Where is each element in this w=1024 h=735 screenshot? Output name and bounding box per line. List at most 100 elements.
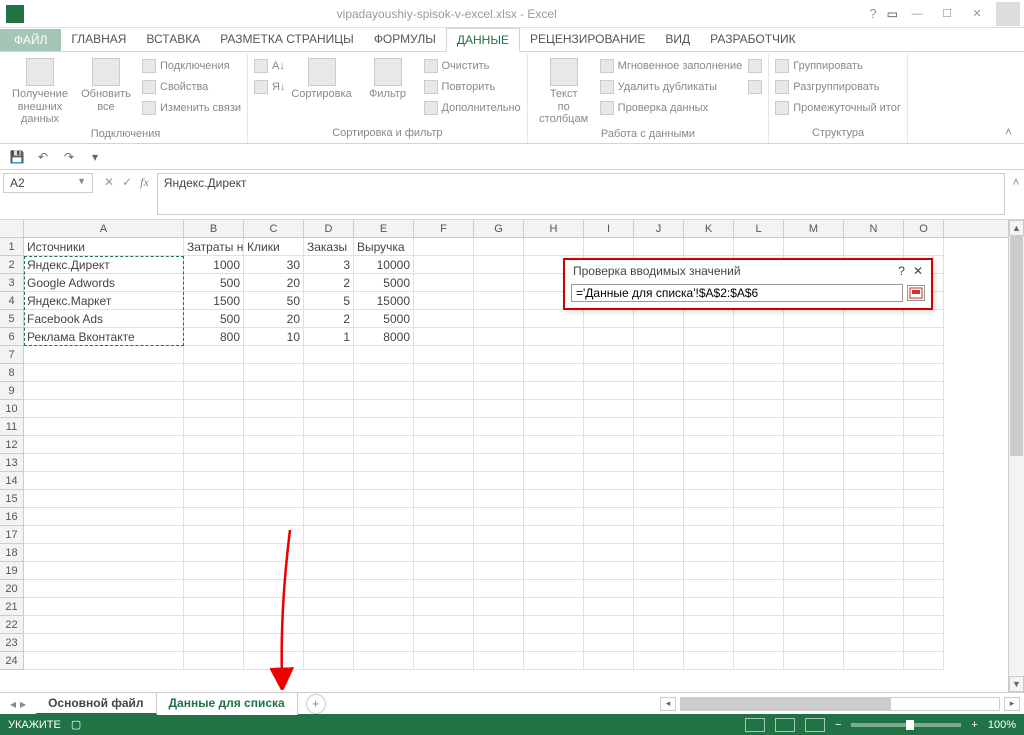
- ribbon-button[interactable]: Повторить: [424, 77, 521, 97]
- cell[interactable]: [184, 454, 244, 472]
- scroll-left-icon[interactable]: ◂: [660, 697, 676, 711]
- cell[interactable]: [844, 562, 904, 580]
- cell[interactable]: [524, 328, 584, 346]
- save-icon[interactable]: 💾: [8, 148, 26, 166]
- row-header[interactable]: 5: [0, 310, 24, 328]
- dialog-close-icon[interactable]: ✕: [913, 264, 923, 278]
- cell[interactable]: [414, 364, 474, 382]
- cell[interactable]: [844, 364, 904, 382]
- row-header[interactable]: 12: [0, 436, 24, 454]
- cell[interactable]: [734, 616, 784, 634]
- cell[interactable]: [584, 526, 634, 544]
- cell[interactable]: [684, 454, 734, 472]
- scroll-right-icon[interactable]: ▸: [1004, 697, 1020, 711]
- cell[interactable]: [784, 238, 844, 256]
- cell[interactable]: [24, 490, 184, 508]
- cell[interactable]: [474, 580, 524, 598]
- ribbon-tab[interactable]: ГЛАВНАЯ: [61, 28, 136, 51]
- cell[interactable]: [784, 328, 844, 346]
- zoom-out-icon[interactable]: −: [835, 719, 841, 731]
- cell[interactable]: [184, 526, 244, 544]
- cell[interactable]: [244, 634, 304, 652]
- ribbon-button[interactable]: Получение внешних данных: [10, 56, 70, 126]
- cell[interactable]: [304, 436, 354, 454]
- column-header[interactable]: F: [414, 220, 474, 237]
- cell[interactable]: [734, 580, 784, 598]
- cell[interactable]: [904, 598, 944, 616]
- add-sheet-button[interactable]: +: [306, 694, 326, 714]
- cell[interactable]: [684, 616, 734, 634]
- row-header[interactable]: 11: [0, 418, 24, 436]
- ribbon-button[interactable]: Удалить дубликаты: [600, 77, 743, 97]
- cell[interactable]: [414, 418, 474, 436]
- cell[interactable]: [474, 382, 524, 400]
- cell[interactable]: [414, 400, 474, 418]
- cell[interactable]: [684, 364, 734, 382]
- cell[interactable]: Заказы: [304, 238, 354, 256]
- cell[interactable]: [904, 364, 944, 382]
- cell[interactable]: [904, 310, 944, 328]
- cell[interactable]: [184, 400, 244, 418]
- row-header[interactable]: 23: [0, 634, 24, 652]
- insert-function-icon[interactable]: fx: [140, 175, 149, 190]
- ribbon-button[interactable]: Я↓: [254, 77, 285, 97]
- cell[interactable]: [734, 472, 784, 490]
- cell[interactable]: [474, 508, 524, 526]
- cell[interactable]: [844, 652, 904, 670]
- cell[interactable]: [354, 472, 414, 490]
- cell[interactable]: [354, 562, 414, 580]
- column-header[interactable]: I: [584, 220, 634, 237]
- cell[interactable]: 20: [244, 310, 304, 328]
- cell[interactable]: [584, 238, 634, 256]
- cell[interactable]: [784, 382, 844, 400]
- cell[interactable]: [244, 598, 304, 616]
- cell[interactable]: 1500: [184, 292, 244, 310]
- cell[interactable]: [634, 472, 684, 490]
- row-header[interactable]: 17: [0, 526, 24, 544]
- row-header[interactable]: 15: [0, 490, 24, 508]
- cell[interactable]: [584, 346, 634, 364]
- cell[interactable]: [584, 634, 634, 652]
- cell[interactable]: [584, 616, 634, 634]
- column-header[interactable]: K: [684, 220, 734, 237]
- row-header[interactable]: 19: [0, 562, 24, 580]
- cell[interactable]: [24, 418, 184, 436]
- cell[interactable]: 5: [304, 292, 354, 310]
- dialog-help-icon[interactable]: ?: [898, 264, 905, 278]
- cell[interactable]: [474, 526, 524, 544]
- cell[interactable]: [584, 418, 634, 436]
- sheet-nav-next-icon[interactable]: ▸: [20, 697, 26, 711]
- cell[interactable]: [684, 562, 734, 580]
- cell[interactable]: [734, 562, 784, 580]
- cell[interactable]: [414, 292, 474, 310]
- cell[interactable]: [524, 526, 584, 544]
- cell[interactable]: 50: [244, 292, 304, 310]
- cell[interactable]: [684, 238, 734, 256]
- cell[interactable]: [684, 580, 734, 598]
- cell[interactable]: [24, 382, 184, 400]
- cell[interactable]: [524, 346, 584, 364]
- cell[interactable]: [414, 328, 474, 346]
- ribbon-tab[interactable]: РАЗМЕТКА СТРАНИЦЫ: [210, 28, 364, 51]
- cell[interactable]: [184, 652, 244, 670]
- ribbon-display-options-icon[interactable]: ▭: [887, 7, 898, 21]
- cell[interactable]: [684, 634, 734, 652]
- cell[interactable]: [784, 472, 844, 490]
- cell[interactable]: Facebook Ads: [24, 310, 184, 328]
- cell[interactable]: Яндекс.Директ: [24, 256, 184, 274]
- scroll-up-icon[interactable]: ▲: [1009, 220, 1024, 236]
- cell[interactable]: [24, 544, 184, 562]
- ribbon-button[interactable]: Промежуточный итог: [775, 98, 901, 118]
- cell[interactable]: [524, 310, 584, 328]
- cell[interactable]: [414, 616, 474, 634]
- cell[interactable]: [844, 418, 904, 436]
- cell[interactable]: [904, 616, 944, 634]
- cell[interactable]: [844, 526, 904, 544]
- cell[interactable]: [524, 238, 584, 256]
- cell[interactable]: [354, 382, 414, 400]
- cell[interactable]: [244, 652, 304, 670]
- ribbon-button[interactable]: Мгновенное заполнение: [600, 56, 743, 76]
- cell[interactable]: [304, 616, 354, 634]
- cell[interactable]: [524, 544, 584, 562]
- cell[interactable]: [184, 418, 244, 436]
